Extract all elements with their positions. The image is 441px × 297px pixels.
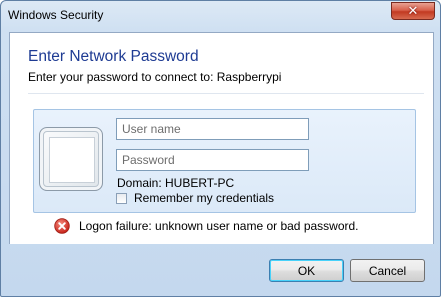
dialog-window: Windows Security ✕ Enter Network Passwor… bbox=[0, 0, 441, 297]
avatar-frame bbox=[49, 137, 95, 183]
window-title: Windows Security bbox=[8, 8, 104, 22]
close-icon: ✕ bbox=[407, 3, 419, 19]
dialog-heading: Enter Network Password bbox=[28, 48, 199, 65]
ok-button[interactable]: OK bbox=[269, 259, 344, 282]
remember-checkbox[interactable] bbox=[116, 192, 127, 204]
cancel-button-label: Cancel bbox=[368, 263, 407, 278]
domain-label: Domain: HUBERT-PC bbox=[117, 176, 235, 190]
dialog-subheading: Enter your password to connect to: Raspb… bbox=[28, 70, 282, 84]
username-input[interactable] bbox=[116, 118, 309, 140]
remember-label: Remember my credentials bbox=[134, 191, 275, 205]
error-message: Logon failure: unknown user name or bad … bbox=[79, 219, 359, 233]
error-message-row: Logon failure: unknown user name or bad … bbox=[54, 218, 359, 234]
user-avatar-icon bbox=[39, 127, 103, 191]
remember-credentials-row[interactable]: Remember my credentials bbox=[116, 191, 274, 205]
credential-tile: Domain: HUBERT-PC Remember my credential… bbox=[33, 109, 416, 213]
dialog-footer: OK Cancel bbox=[1, 244, 440, 296]
cancel-button[interactable]: Cancel bbox=[350, 259, 425, 282]
password-input[interactable] bbox=[116, 149, 309, 171]
ok-button-label: OK bbox=[297, 263, 316, 278]
error-icon bbox=[54, 218, 70, 234]
dialog-content: Enter Network Password Enter your passwo… bbox=[9, 32, 434, 244]
title-bar[interactable]: Windows Security ✕ bbox=[1, 1, 440, 31]
divider bbox=[28, 93, 424, 94]
close-button[interactable]: ✕ bbox=[391, 2, 435, 20]
